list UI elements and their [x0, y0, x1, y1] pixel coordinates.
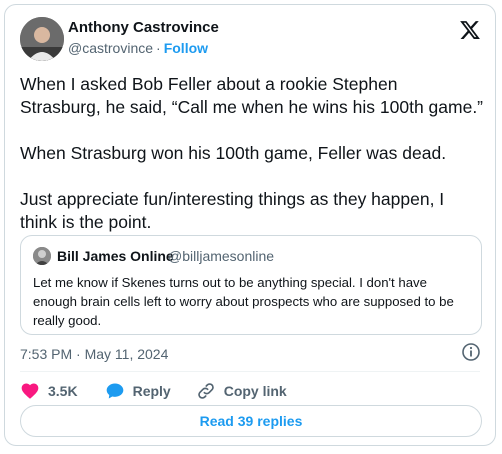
tweet-card: Anthony Castrovince @castrovince · Follow … — [4, 4, 496, 446]
info-icon[interactable] — [461, 342, 481, 362]
tweet-paragraph: Just appreciate fun/interesting things a… — [20, 189, 445, 232]
reply-button[interactable]: Reply — [105, 381, 171, 401]
copy-link-button[interactable]: Copy link — [196, 381, 287, 401]
tweet-text: When I asked Bob Feller about a rookie S… — [20, 73, 485, 257]
author-handle[interactable]: @castrovince — [68, 40, 153, 56]
timestamp[interactable]: 7:53 PM · May 11, 2024 — [20, 346, 168, 362]
read-replies-label: Read 39 replies — [199, 413, 303, 429]
reply-label: Reply — [132, 383, 171, 399]
tweet-paragraph: When I asked Bob Feller about a rookie S… — [20, 74, 484, 117]
like-button[interactable]: 3.5K — [20, 381, 78, 401]
author-avatar[interactable] — [20, 17, 64, 61]
like-count: 3.5K — [48, 383, 78, 399]
quoted-author-avatar — [33, 247, 51, 265]
tweet-paragraph: When Strasburg won his 100th game, Felle… — [20, 143, 447, 163]
read-replies-button[interactable]: Read 39 replies — [20, 405, 482, 437]
quoted-author-name: Bill James Online — [57, 248, 174, 264]
author-meta: @castrovince · Follow — [68, 40, 208, 56]
separator-dot: · — [156, 40, 161, 56]
copy-link-label: Copy link — [223, 383, 287, 399]
heart-icon — [21, 383, 39, 399]
quoted-tweet-text: Let me know if Skenes turns out to be an… — [33, 275, 454, 328]
x-logo-icon[interactable] — [459, 19, 481, 41]
action-bar: 3.5K Reply Copy link — [20, 380, 287, 402]
speech-bubble-icon — [106, 383, 123, 399]
quoted-author-handle: @billjamesonline — [168, 248, 275, 264]
divider — [20, 371, 480, 372]
follow-button[interactable]: Follow — [164, 40, 208, 56]
link-icon — [197, 383, 214, 399]
quoted-tweet[interactable]: Bill James Online @billjamesonline Let m… — [20, 235, 482, 335]
author-name[interactable]: Anthony Castrovince — [68, 19, 219, 36]
